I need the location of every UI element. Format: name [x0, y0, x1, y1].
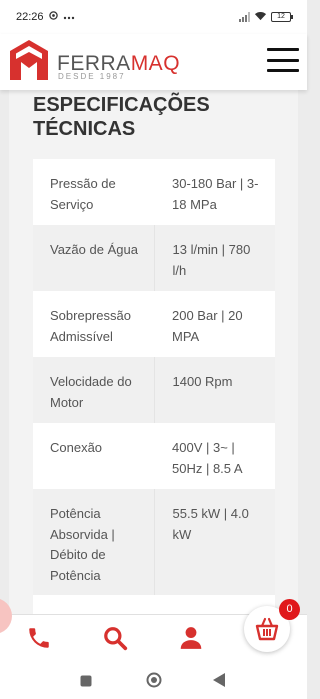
spec-row: [33, 595, 275, 614]
android-nav-bar: [0, 662, 307, 699]
signal-icon: [239, 12, 250, 22]
spec-label: Sobrepressão Admissível: [33, 291, 154, 357]
spec-row: Sobrepressão Admissível 200 Bar | 20 MPA: [33, 291, 275, 357]
spec-value: 13 l/min | 780 l/h: [153, 225, 275, 291]
spec-value: 30-180 Bar | 3-18 MPa: [154, 159, 275, 225]
spec-row: Potência Absorvida | Débito de Potência 5…: [33, 489, 275, 595]
brand-part-2: MAQ: [130, 52, 181, 75]
spec-value: 200 Bar | 20 MPA: [154, 291, 275, 357]
brand-tagline: DESDE 1987: [58, 72, 126, 81]
spec-label: Velocidade do Motor: [33, 357, 154, 423]
spec-label: Pressão de Serviço: [33, 159, 154, 225]
ferramaq-logo-icon[interactable]: [9, 39, 49, 81]
status-left: 22:26: [16, 11, 75, 23]
spec-label: Conexão: [33, 423, 154, 489]
spec-label: [33, 595, 154, 614]
user-icon[interactable]: [178, 625, 204, 651]
notification-icon: [48, 11, 58, 23]
search-icon[interactable]: [102, 625, 128, 651]
section-title: ESPECIFICAÇÕES TÉCNICAS: [33, 94, 210, 140]
home-icon[interactable]: [146, 672, 162, 693]
spec-row: Vazão de Água 13 l/min | 780 l/h: [33, 225, 275, 291]
status-time: 22:26: [16, 11, 44, 23]
spec-value: 400V | 3~ | 50Hz | 8.5 A: [154, 423, 275, 489]
wifi-icon: [254, 11, 267, 24]
status-right: 12: [239, 11, 293, 24]
hamburger-menu-icon[interactable]: [267, 48, 299, 72]
spec-row: Conexão 400V | 3~ | 50Hz | 8.5 A: [33, 423, 275, 489]
spec-row: Velocidade do Motor 1400 Rpm: [33, 357, 275, 423]
recents-icon[interactable]: [80, 674, 92, 692]
specs-card: ESPECIFICAÇÕES TÉCNICAS Pressão de Servi…: [9, 90, 298, 614]
back-icon[interactable]: [213, 673, 225, 692]
battery-icon: 12: [271, 12, 293, 22]
more-notifications-icon: [63, 11, 75, 23]
cart-count-badge: 0: [279, 599, 300, 620]
status-bar: 22:26 12: [0, 0, 307, 34]
cart-icon: [255, 617, 279, 641]
spec-label: Vazão de Água: [33, 225, 154, 291]
phone-icon[interactable]: [26, 625, 52, 651]
battery-level: 12: [277, 13, 285, 20]
page-content[interactable]: ESPECIFICAÇÕES TÉCNICAS Pressão de Servi…: [0, 90, 307, 614]
spec-value: 55.5 kW | 4.0 kW: [153, 489, 275, 595]
spec-row: Pressão de Serviço 30-180 Bar | 3-18 MPa: [33, 159, 275, 225]
spec-label: Potência Absorvida | Débito de Potência: [33, 489, 154, 595]
spec-value: 1400 Rpm: [153, 357, 275, 423]
specs-table: Pressão de Serviço 30-180 Bar | 3-18 MPa V…: [33, 159, 275, 614]
site-header: FERRAMAQ DESDE 1987: [0, 34, 307, 90]
